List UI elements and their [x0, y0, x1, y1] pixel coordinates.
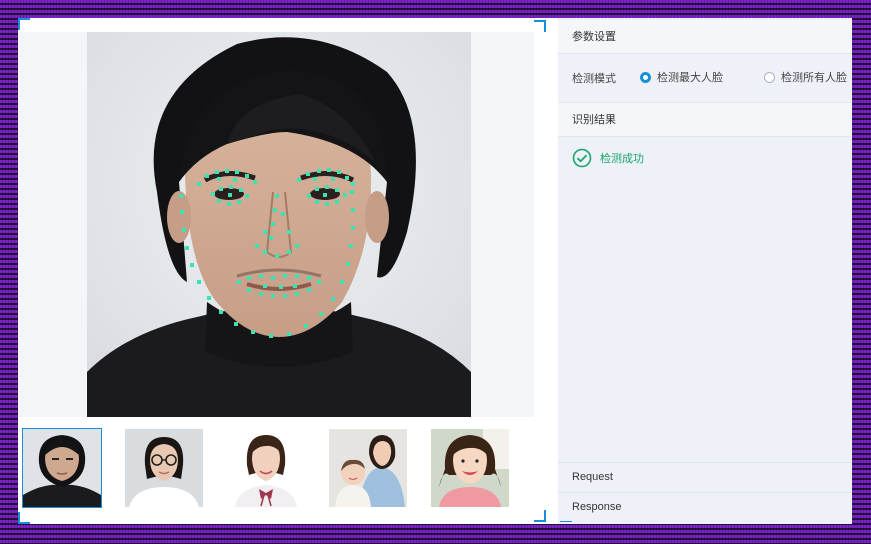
thumbnail-image	[125, 429, 203, 507]
frame-corner-bottom-right	[534, 510, 546, 522]
thumbnail-image	[23, 429, 101, 507]
detection-mode-row: 检测模式 检测最大人脸 检测所有人脸	[558, 54, 852, 103]
result-status: 检测成功	[572, 147, 644, 169]
face-detection-demo: 参数设置 检测模式 检测最大人脸 检测所有人脸 识别结果 检测成功 Reques…	[18, 18, 852, 524]
thumbnail-image	[329, 429, 407, 507]
thumbnail-smiling-girl[interactable]	[430, 428, 510, 508]
request-toggle[interactable]: Request	[558, 462, 852, 491]
check-circle-icon	[572, 148, 592, 168]
radio-unchecked-icon	[764, 71, 775, 83]
radio-checked-icon	[640, 71, 651, 83]
result-section-header: 识别结果	[558, 103, 852, 137]
main-face-photo	[87, 32, 471, 417]
radio-all-faces[interactable]: 检测所有人脸	[764, 67, 847, 87]
frame-corner-top-left	[18, 18, 30, 30]
detection-mode-label: 检测模式	[572, 73, 616, 85]
radio-largest-face-label: 检测最大人脸	[657, 72, 723, 84]
thumbnail-image	[431, 429, 509, 507]
thumbnail-woman-with-bow-tie[interactable]	[226, 428, 306, 508]
thumbnail-woman-with-glasses[interactable]	[124, 428, 204, 508]
thumbnail-image	[227, 429, 305, 507]
response-toggle[interactable]: Response	[558, 492, 852, 521]
frame-corner-bottom-left	[18, 512, 30, 524]
radio-all-faces-label: 检测所有人脸	[781, 72, 847, 84]
settings-panel: 参数设置 检测模式 检测最大人脸 检测所有人脸 识别结果 检测成功 Reques…	[558, 18, 852, 524]
image-panel	[18, 18, 546, 524]
main-image-stage	[18, 32, 534, 417]
params-section-header: 参数设置	[558, 20, 852, 54]
result-status-text: 检测成功	[600, 153, 644, 165]
thumbnail-mother-and-baby[interactable]	[328, 428, 408, 508]
frame-corner-top-right	[534, 20, 546, 32]
sample-thumbnails	[22, 428, 532, 510]
radio-largest-face[interactable]: 检测最大人脸	[640, 67, 723, 87]
thumbnail-long-hair-man[interactable]	[22, 428, 102, 508]
